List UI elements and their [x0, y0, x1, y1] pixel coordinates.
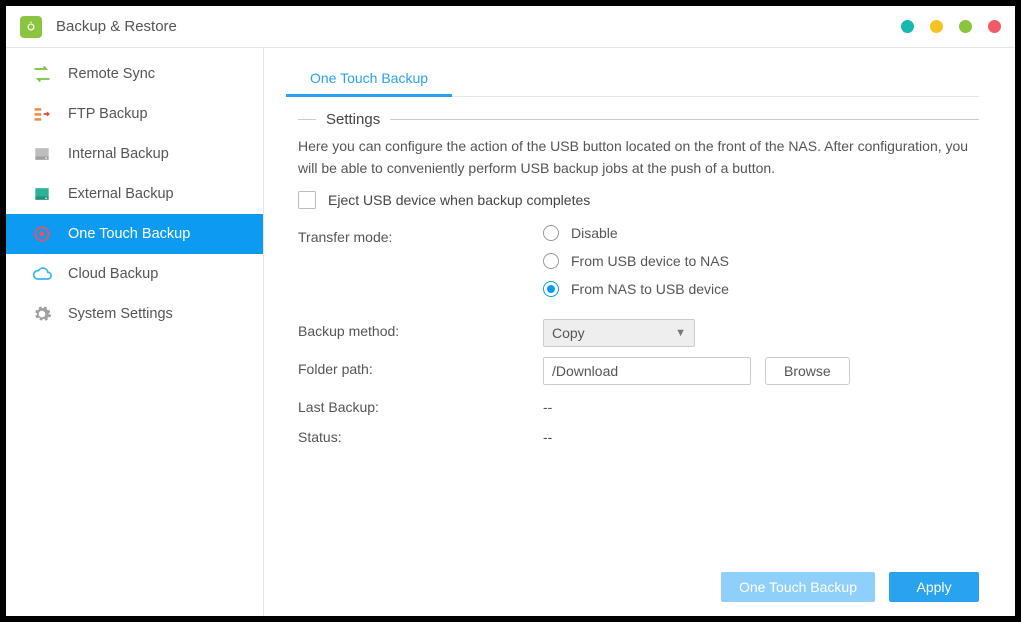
backup-method-label: Backup method:	[298, 319, 543, 347]
sidebar-item-cloud-backup[interactable]: Cloud Backup	[6, 254, 263, 294]
external-hdd-icon	[32, 184, 52, 204]
sidebar-item-system-settings[interactable]: System Settings	[6, 294, 263, 334]
apply-button[interactable]: Apply	[889, 572, 979, 602]
transfer-mode-label: Transfer mode:	[298, 225, 543, 309]
folder-path-row: Folder path: Browse	[298, 357, 979, 385]
transfer-radio-usb-to-nas[interactable]: From USB device to NAS	[543, 253, 979, 269]
tab-bar: One Touch Backup	[286, 60, 979, 97]
chevron-down-icon: ▼	[675, 327, 686, 339]
settings-legend: Settings	[326, 111, 380, 128]
window-dot-1[interactable]	[901, 20, 914, 33]
transfer-radio-disable[interactable]: Disable	[543, 225, 979, 241]
eject-checkbox-row[interactable]: Eject USB device when backup completes	[298, 191, 979, 209]
app-window: Backup & Restore Remote Sync	[6, 6, 1015, 616]
sidebar-item-label: External Backup	[68, 186, 174, 202]
app-icon	[20, 16, 42, 38]
button-label: One Touch Backup	[739, 579, 857, 595]
radio-label: From NAS to USB device	[571, 281, 729, 297]
main-panel: One Touch Backup Settings Here you can c…	[264, 48, 1015, 616]
sidebar-item-external-backup[interactable]: External Backup	[6, 174, 263, 214]
hdd-icon	[32, 144, 52, 164]
settings-content: Settings Here you can configure the acti…	[286, 97, 979, 564]
settings-description: Here you can configure the action of the…	[298, 136, 979, 179]
body: Remote Sync FTP Backup Internal B	[6, 48, 1015, 616]
sidebar-item-internal-backup[interactable]: Internal Backup	[6, 134, 263, 174]
eject-checkbox[interactable]	[298, 191, 316, 209]
backup-method-select[interactable]: Copy ▼	[543, 319, 695, 347]
radio-label: Disable	[571, 225, 618, 241]
eject-label: Eject USB device when backup completes	[328, 192, 590, 208]
status-label: Status:	[298, 425, 543, 445]
select-value: Copy	[552, 325, 585, 341]
sidebar-item-label: Internal Backup	[68, 146, 169, 162]
sidebar-item-label: One Touch Backup	[68, 226, 190, 242]
backup-method-row: Backup method: Copy ▼	[298, 319, 979, 347]
gear-icon	[32, 304, 52, 324]
settings-legend-row: Settings	[298, 111, 979, 128]
browse-button[interactable]: Browse	[765, 357, 850, 385]
window-dot-4[interactable]	[988, 20, 1001, 33]
one-touch-icon	[32, 224, 52, 244]
folder-path-input[interactable]	[543, 357, 751, 385]
sidebar-item-ftp-backup[interactable]: FTP Backup	[6, 94, 263, 134]
sidebar: Remote Sync FTP Backup Internal B	[6, 48, 264, 616]
status-row: Status: --	[298, 425, 979, 445]
sidebar-item-label: Cloud Backup	[68, 266, 158, 282]
folder-path-label: Folder path:	[298, 357, 543, 385]
ftp-icon	[32, 104, 52, 124]
window-dot-3[interactable]	[959, 20, 972, 33]
radio-icon[interactable]	[543, 253, 559, 269]
sidebar-item-label: Remote Sync	[68, 66, 155, 82]
cloud-icon	[32, 264, 52, 284]
radio-icon[interactable]	[543, 281, 559, 297]
status-value: --	[543, 425, 979, 445]
footer-buttons: One Touch Backup Apply	[286, 564, 979, 602]
titlebar: Backup & Restore	[6, 6, 1015, 48]
button-label: Apply	[916, 579, 951, 595]
sync-icon	[32, 64, 52, 84]
sidebar-item-remote-sync[interactable]: Remote Sync	[6, 54, 263, 94]
radio-label: From USB device to NAS	[571, 253, 729, 269]
last-backup-label: Last Backup:	[298, 395, 543, 415]
last-backup-row: Last Backup: --	[298, 395, 979, 415]
transfer-mode-row: Transfer mode: Disable From USB device t…	[298, 225, 979, 309]
window-dot-2[interactable]	[930, 20, 943, 33]
app-title: Backup & Restore	[56, 18, 177, 35]
radio-icon[interactable]	[543, 225, 559, 241]
sidebar-item-label: System Settings	[68, 306, 173, 322]
sidebar-item-label: FTP Backup	[68, 106, 148, 122]
sidebar-item-one-touch-backup[interactable]: One Touch Backup	[6, 214, 263, 254]
last-backup-value: --	[543, 395, 979, 415]
transfer-radio-nas-to-usb[interactable]: From NAS to USB device	[543, 281, 979, 297]
browse-label: Browse	[784, 363, 831, 379]
one-touch-backup-button[interactable]: One Touch Backup	[721, 572, 875, 602]
tab-label: One Touch Backup	[310, 70, 428, 86]
tab-one-touch-backup[interactable]: One Touch Backup	[286, 60, 452, 96]
